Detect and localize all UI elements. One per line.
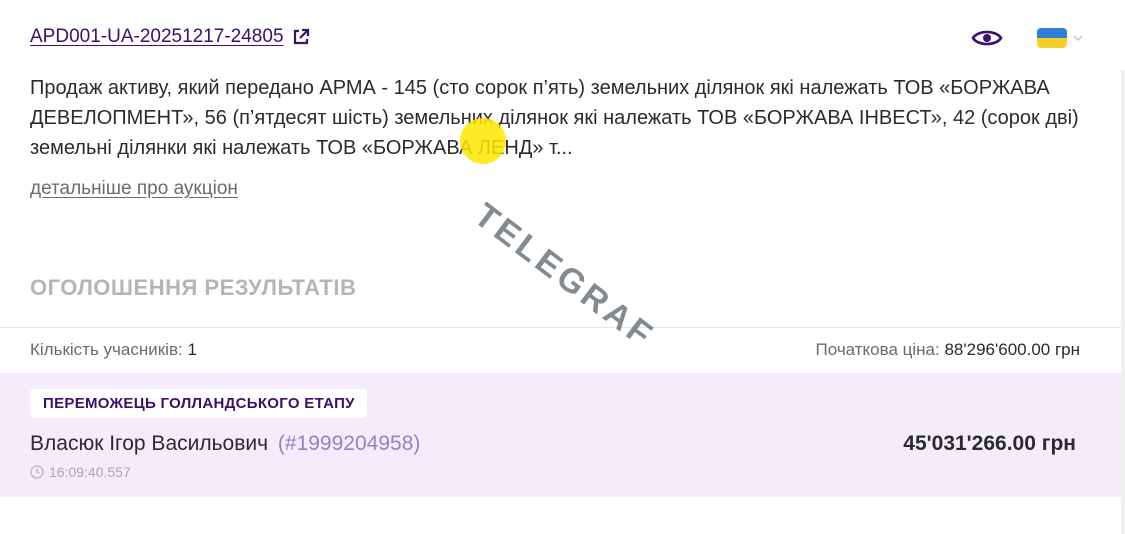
start-price: Початкова ціна: 88'296'600.00 грн <box>816 340 1080 360</box>
start-price-value: 88'296'600.00 грн <box>944 340 1080 359</box>
language-switcher[interactable] <box>1037 26 1085 50</box>
winner-name-row: Власюк Ігор Васильович (#1999204958) <box>30 432 420 456</box>
scrollbar[interactable] <box>1121 70 1125 534</box>
flag-yellow-stripe <box>1037 38 1067 48</box>
winner-name: Власюк Ігор Васильович <box>30 432 269 455</box>
participants-value: 1 <box>187 340 197 359</box>
stats-row: Кількість учасників: 1 Початкова ціна: 8… <box>30 340 1080 364</box>
participants-count: Кількість учасників: 1 <box>30 340 197 360</box>
winner-amount: 45'031'266.00 грн <box>903 432 1076 455</box>
watermark-text: TELEGRAF <box>467 196 662 356</box>
winner-id: (#1999204958) <box>277 432 421 455</box>
winner-panel: ПЕРЕМОЖЕЦЬ ГОЛЛАНДСЬКОГО ЕТАПУ Власюк Іг… <box>0 373 1121 497</box>
bid-time-value: 16:09:40.557 <box>49 464 131 480</box>
chevron-down-icon[interactable] <box>1073 33 1083 43</box>
external-link-icon[interactable] <box>292 28 310 46</box>
auction-details-link[interactable]: детальніше про аукціон <box>30 178 238 200</box>
flag-blue-stripe <box>1037 28 1067 38</box>
ukraine-flag-icon[interactable] <box>1037 28 1067 48</box>
eye-icon[interactable] <box>971 26 1003 50</box>
divider <box>0 327 1121 328</box>
winner-badge: ПЕРЕМОЖЕЦЬ ГОЛЛАНДСЬКОГО ЕТАПУ <box>30 389 367 418</box>
auction-id-link[interactable]: APD001-UA-20251217-24805 <box>30 26 310 48</box>
auction-description: Продаж активу, який передано АРМА - 145 … <box>30 77 1079 159</box>
participants-label: Кількість учасників: <box>30 340 183 359</box>
results-section-title: ОГОЛОШЕННЯ РЕЗУЛЬТАТІВ <box>30 275 357 300</box>
clock-icon <box>30 465 44 479</box>
auction-id-text[interactable]: APD001-UA-20251217-24805 <box>30 26 284 48</box>
start-price-label: Початкова ціна: <box>815 340 940 359</box>
header-row: APD001-UA-20251217-24805 <box>30 24 1085 54</box>
bid-time: 16:09:40.557 <box>30 464 131 480</box>
auction-results-page: APD001-UA-20251217-24805 Продаж активу, … <box>0 0 1125 534</box>
